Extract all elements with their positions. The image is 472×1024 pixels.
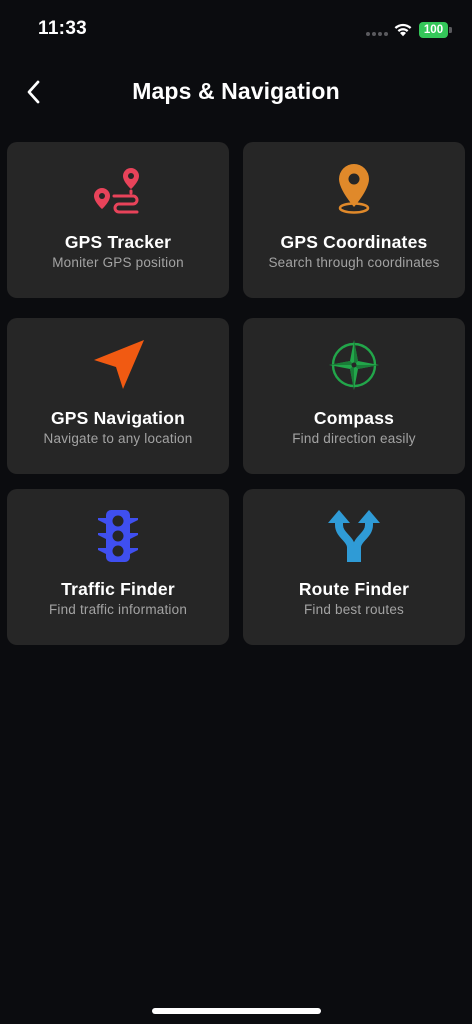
traffic-light-icon [89,507,147,565]
cellular-signal-icon [366,32,388,36]
status-bar: 11:33 100 [0,0,472,60]
card-subtitle: Find traffic information [48,602,188,617]
card-title: Compass [313,408,395,428]
gps-navigation-card[interactable]: GPS Navigation Navigate to any location [7,318,229,474]
feature-grid: GPS Tracker Moniter GPS position GPS Coo… [7,142,466,645]
gps-tracker-card[interactable]: GPS Tracker Moniter GPS position [7,142,229,298]
card-subtitle: Find direction easily [292,431,416,446]
card-subtitle: Navigate to any location [43,431,193,446]
battery-level: 100 [419,22,448,38]
traffic-finder-card[interactable]: Traffic Finder Find traffic information [7,489,229,645]
card-title: GPS Navigation [50,408,186,428]
card-title: Traffic Finder [61,579,175,599]
home-indicator[interactable] [152,1008,321,1014]
page-title: Maps & Navigation [132,78,340,104]
route-finder-card[interactable]: Route Finder Find best routes [243,489,465,645]
navigation-arrow-icon [89,336,147,394]
location-pin-icon [325,160,383,218]
card-subtitle: Moniter GPS position [52,255,184,270]
wifi-icon [394,23,412,37]
route-split-icon [325,507,383,565]
route-pins-icon [89,160,147,218]
card-title: GPS Tracker [64,232,172,252]
card-subtitle: Search through coordinates [268,255,440,270]
header: Maps & Navigation [0,64,472,120]
compass-card[interactable]: Compass Find direction easily [243,318,465,474]
gps-coordinates-card[interactable]: GPS Coordinates Search through coordinat… [243,142,465,298]
card-title: Route Finder [298,579,410,599]
compass-icon [325,336,383,394]
battery-icon: 100 [419,22,452,38]
card-title: GPS Coordinates [280,232,428,252]
card-subtitle: Find best routes [303,602,404,617]
status-time: 11:33 [38,18,88,39]
